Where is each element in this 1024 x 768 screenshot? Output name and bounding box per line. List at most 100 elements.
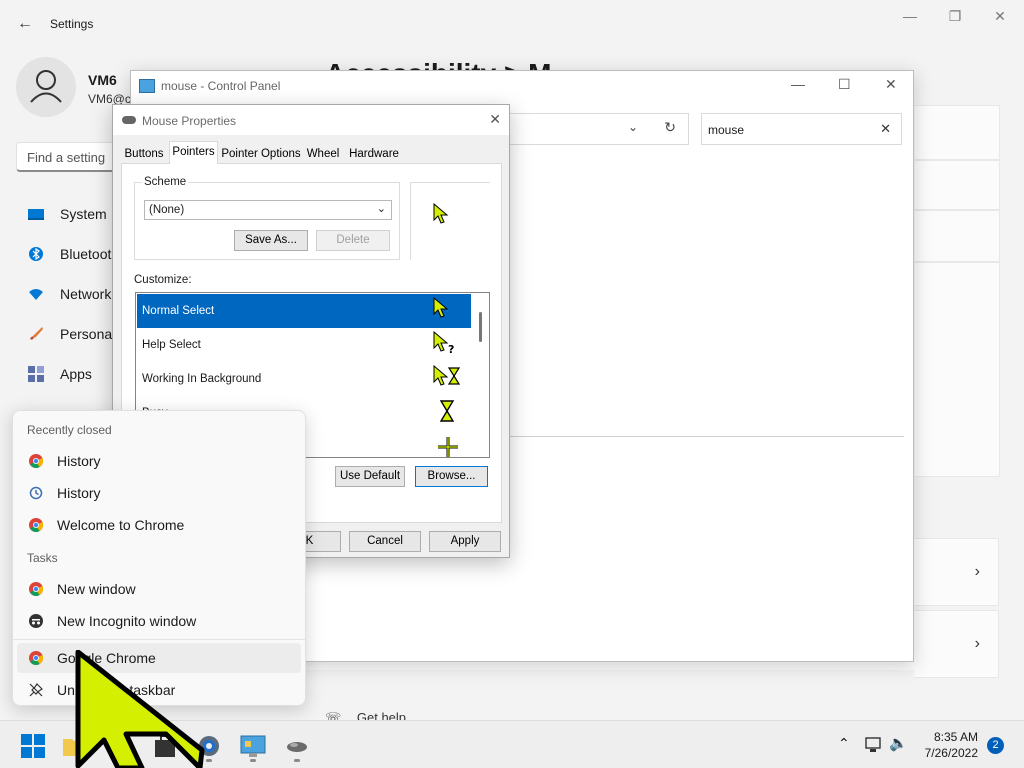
jump-list-item-label: New window (57, 581, 136, 597)
control-panel-icon (139, 79, 155, 93)
settings-card[interactable] (915, 210, 1000, 262)
crosshair-cursor-icon (438, 437, 458, 457)
chrome-icon (29, 582, 43, 596)
minimize-icon[interactable]: — (890, 8, 930, 26)
clock-date[interactable]: 7/26/2022 (912, 746, 978, 760)
list-item[interactable]: Help Select ? (137, 328, 471, 362)
monitor-icon (28, 209, 44, 220)
apply-button[interactable]: Apply (429, 531, 501, 552)
jump-list-item[interactable]: New Incognito window (17, 606, 301, 636)
scheme-value: (None) (149, 204, 185, 216)
sidebar-item-personalization[interactable]: Personal (20, 316, 120, 352)
chrome-icon (29, 651, 43, 665)
running-indicator (294, 759, 300, 762)
sidebar-item-label: Apps (60, 366, 92, 382)
back-arrow-icon[interactable]: ← (14, 13, 36, 35)
close-icon[interactable]: ✕ (980, 8, 1020, 26)
settings-card[interactable]: › (914, 538, 999, 606)
mouse-icon[interactable] (284, 733, 310, 759)
settings-card[interactable] (915, 105, 1000, 160)
save-as-button[interactable]: Save As... (234, 230, 308, 251)
scrollbar[interactable] (474, 294, 488, 456)
minimize-icon[interactable]: — (791, 76, 805, 92)
jump-list-item[interactable]: New window (17, 574, 301, 604)
dialog-title: Mouse Properties (142, 114, 237, 128)
dialog-titlebar: Mouse Properties ✕ (113, 105, 509, 135)
mouse-icon (122, 116, 136, 124)
list-item-label: Help Select (142, 339, 201, 351)
sidebar-item-system[interactable]: System (20, 196, 120, 232)
network-icon[interactable] (864, 736, 882, 754)
chevron-down-icon[interactable]: ⌄ (628, 120, 638, 134)
sidebar-item-apps[interactable]: Apps (20, 356, 120, 392)
restore-icon[interactable]: ❐ (935, 8, 975, 26)
settings-titlebar: ← Settings — ❐ ✕ (0, 0, 1024, 48)
notification-badge[interactable]: 2 (987, 737, 1004, 754)
tab-buttons[interactable]: Buttons (121, 143, 167, 163)
tab-wheel[interactable]: Wheel (304, 143, 342, 163)
list-item-label: Normal Select (142, 305, 215, 317)
close-icon[interactable]: ✕ (489, 111, 501, 128)
scrollbar-thumb[interactable] (479, 312, 482, 342)
jump-list-item[interactable]: Welcome to Chrome (17, 510, 301, 540)
sidebar-item-label: Personal (60, 326, 116, 342)
volume-icon[interactable]: 🔈 (889, 734, 908, 752)
tab-pointers[interactable]: Pointers (169, 141, 218, 164)
settings-card[interactable] (915, 160, 1000, 210)
delete-button[interactable]: Delete (316, 230, 390, 251)
arrow-cursor-icon (433, 297, 449, 318)
list-item-label: Working In Background (142, 373, 262, 385)
maximize-icon[interactable]: ☐ (838, 76, 851, 93)
history-icon (29, 486, 43, 500)
settings-card[interactable]: › (914, 610, 999, 678)
sidebar-item-network[interactable]: Network (20, 276, 120, 312)
search-value: mouse (708, 123, 745, 137)
settings-search-input[interactable]: Find a setting (16, 142, 126, 172)
chevron-right-icon: › (974, 563, 980, 580)
chevron-up-icon[interactable]: ⌃ (838, 735, 850, 752)
sidebar-item-bluetooth[interactable]: Bluetoot (20, 236, 120, 272)
bluetooth-icon (29, 247, 43, 261)
scheme-label: Scheme (142, 176, 189, 188)
clock-time[interactable]: 8:35 AM (928, 730, 978, 744)
busy-cursor-icon (439, 400, 455, 422)
jump-list-item-label: History (57, 453, 101, 469)
scheme-dropdown[interactable]: (None) ⌄ (144, 200, 392, 220)
tab-pointer-options[interactable]: Pointer Options (220, 143, 302, 163)
close-icon[interactable]: ✕ (885, 76, 897, 93)
tab-hardware[interactable]: Hardware (344, 143, 404, 163)
recently-closed-heading: Recently closed (27, 423, 112, 437)
user-icon (30, 70, 62, 103)
jump-list-item[interactable]: History (17, 478, 301, 508)
running-indicator (250, 759, 256, 762)
list-item[interactable]: Normal Select (137, 294, 471, 328)
address-bar[interactable]: ⌄ ↻ (509, 113, 689, 145)
jump-list-item-label: New Incognito window (57, 613, 197, 629)
refresh-icon[interactable]: ↻ (664, 119, 676, 136)
help-cursor-icon: ? (433, 331, 454, 355)
wifi-icon (29, 289, 43, 300)
arrow-cursor-icon (433, 203, 449, 224)
chevron-right-icon: › (974, 635, 980, 652)
jump-list-item[interactable]: History (17, 446, 301, 476)
control-panel-icon[interactable] (240, 733, 266, 759)
cancel-button[interactable]: Cancel (349, 531, 421, 552)
tasks-heading: Tasks (27, 551, 58, 565)
start-icon[interactable] (20, 733, 46, 759)
browse-button[interactable]: Browse... (415, 466, 488, 487)
clear-search-icon[interactable]: ✕ (880, 121, 891, 137)
incognito-icon (29, 614, 43, 628)
jump-list-item-label: Welcome to Chrome (57, 517, 185, 533)
control-panel-title: mouse - Control Panel (161, 79, 281, 93)
apps-icon (28, 366, 44, 382)
brush-icon (30, 327, 43, 340)
avatar[interactable] (16, 57, 76, 117)
control-panel-search-input[interactable]: mouse ✕ (701, 113, 902, 145)
settings-card[interactable] (915, 262, 1000, 477)
list-item[interactable]: Working In Background (137, 362, 471, 396)
profile-name: VM6 (88, 72, 117, 88)
unpin-icon (29, 683, 43, 697)
large-mouse-pointer-icon (75, 650, 205, 768)
use-default-button[interactable]: Use Default (335, 466, 405, 487)
sidebar-item-label: Bluetoot (60, 246, 112, 262)
